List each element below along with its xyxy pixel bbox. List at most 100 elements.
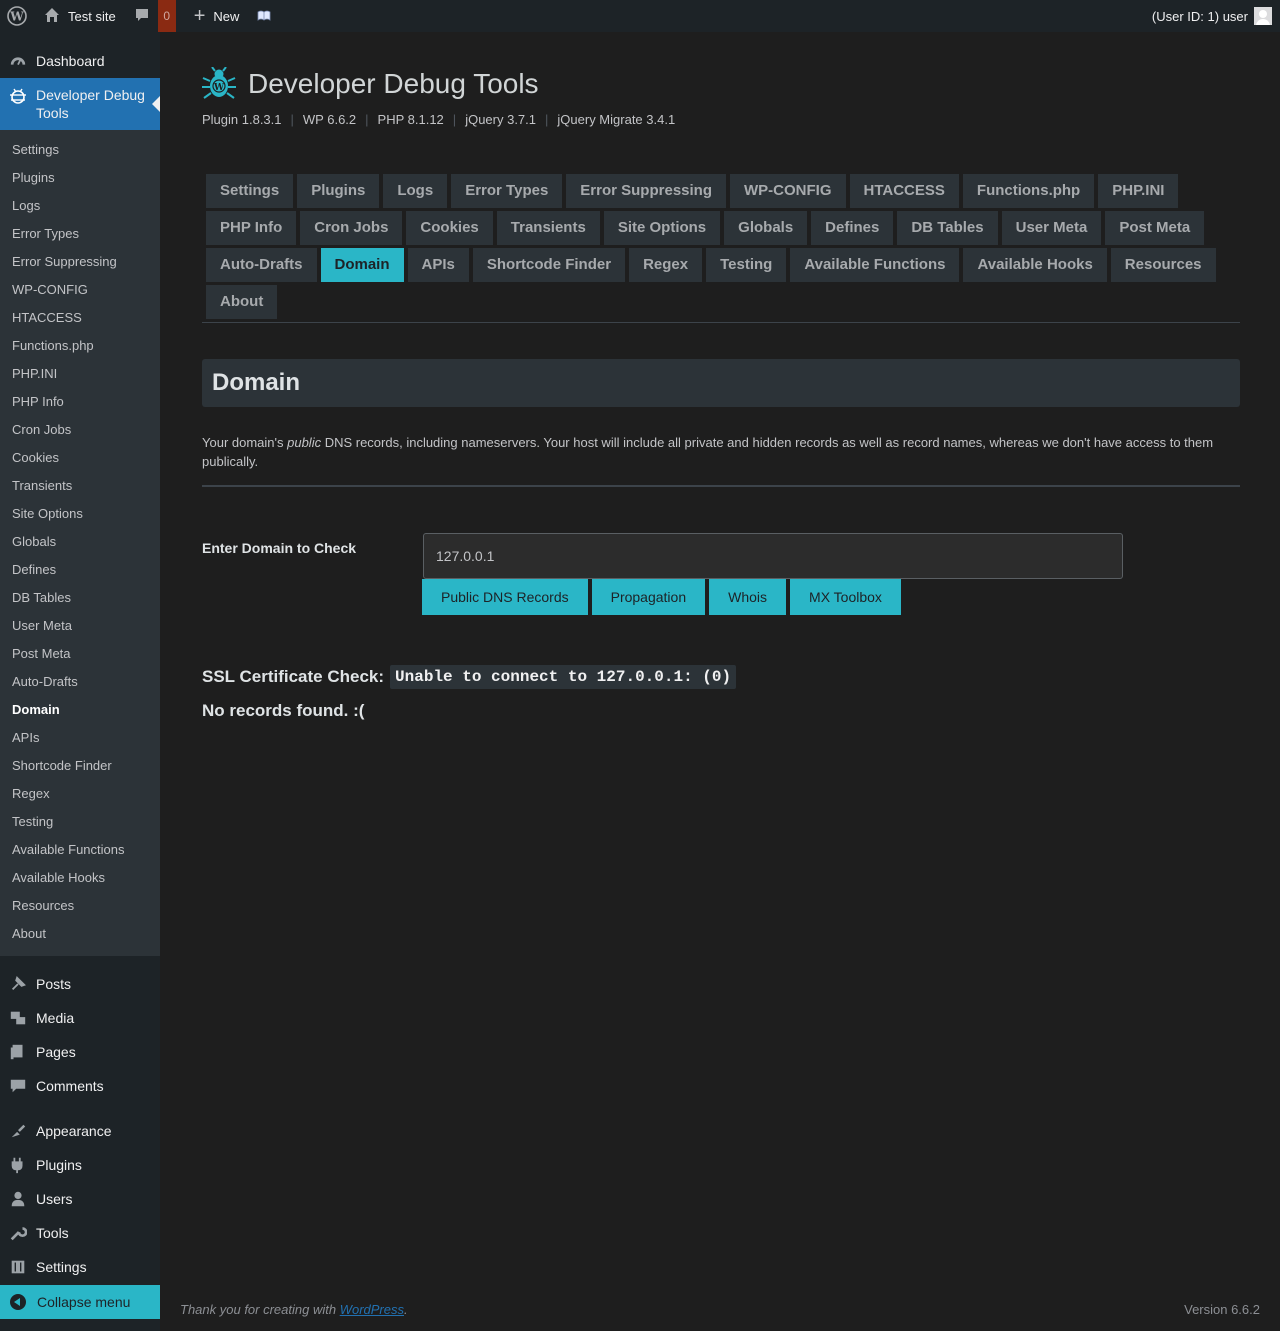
tab-row: Settings Plugins Logs Error Types Error Supp… bbox=[202, 174, 1240, 211]
tab-logs[interactable]: Logs bbox=[383, 174, 448, 208]
submenu-item-defines[interactable]: Defines bbox=[0, 556, 160, 584]
tab-php-ini[interactable]: PHP.INI bbox=[1098, 174, 1179, 208]
tab-domain[interactable]: Domain bbox=[320, 248, 404, 282]
tab-cookies[interactable]: Cookies bbox=[406, 211, 493, 245]
tab-transients[interactable]: Transients bbox=[496, 211, 600, 245]
tab-shortcode-finder[interactable]: Shortcode Finder bbox=[472, 248, 626, 282]
tab-post-meta[interactable]: Post Meta bbox=[1105, 211, 1205, 245]
plugins-icon bbox=[8, 1155, 28, 1175]
wordpress-logo-icon[interactable]: W bbox=[0, 0, 34, 32]
tab-php-info[interactable]: PHP Info bbox=[206, 211, 297, 245]
page-title: Developer Debug Tools bbox=[248, 68, 539, 99]
avatar bbox=[1254, 7, 1272, 25]
sidebar-item-comments[interactable]: Comments bbox=[0, 1069, 160, 1103]
section-description: Your domain's public DNS records, includ… bbox=[202, 433, 1232, 471]
tab-error-suppressing[interactable]: Error Suppressing bbox=[566, 174, 726, 208]
submenu-item-plugins[interactable]: Plugins bbox=[0, 164, 160, 192]
admin-menu-group: Appearance Plugins Users Tools Settings bbox=[0, 1114, 160, 1284]
submenu-item-db-tables[interactable]: DB Tables bbox=[0, 584, 160, 612]
tab-plugins[interactable]: Plugins bbox=[297, 174, 380, 208]
media-icon bbox=[8, 1008, 28, 1028]
tab-functions-php[interactable]: Functions.php bbox=[962, 174, 1095, 208]
tab-apis[interactable]: APIs bbox=[407, 248, 469, 282]
svg-text:W: W bbox=[213, 83, 225, 93]
submenu-item-htaccess[interactable]: HTACCESS bbox=[0, 304, 160, 332]
sidebar-item-label: Media bbox=[36, 1010, 75, 1026]
collapse-menu-button[interactable]: Collapse menu bbox=[0, 1285, 160, 1319]
submenu-item-regex[interactable]: Regex bbox=[0, 780, 160, 808]
wordpress-link[interactable]: WordPress bbox=[340, 1302, 404, 1317]
submenu-item-available-functions[interactable]: Available Functions bbox=[0, 836, 160, 864]
bug-icon bbox=[8, 86, 28, 106]
tab-globals[interactable]: Globals bbox=[724, 211, 808, 245]
sidebar-item-plugins[interactable]: Plugins bbox=[0, 1148, 160, 1182]
tab-auto-drafts[interactable]: Auto-Drafts bbox=[206, 248, 317, 282]
sidebar-item-dashboard[interactable]: Dashboard bbox=[0, 44, 160, 78]
version-separator: | bbox=[452, 112, 457, 127]
submenu-item-error-types[interactable]: Error Types bbox=[0, 220, 160, 248]
submenu-item-settings[interactable]: Settings bbox=[0, 136, 160, 164]
tab-testing[interactable]: Testing bbox=[706, 248, 787, 282]
submenu-item-cron-jobs[interactable]: Cron Jobs bbox=[0, 416, 160, 444]
tab-error-types[interactable]: Error Types bbox=[451, 174, 563, 208]
tab-defines[interactable]: Defines bbox=[811, 211, 894, 245]
submenu-item-apis[interactable]: APIs bbox=[0, 724, 160, 752]
version-separator: | bbox=[545, 112, 549, 127]
propagation-button[interactable]: Propagation bbox=[591, 579, 706, 615]
book-icon[interactable] bbox=[239, 0, 271, 32]
tab-about[interactable]: About bbox=[206, 285, 278, 319]
submenu-item-user-meta[interactable]: User Meta bbox=[0, 612, 160, 640]
submenu-item-functions-php[interactable]: Functions.php bbox=[0, 332, 160, 360]
tab-cron-jobs[interactable]: Cron Jobs bbox=[300, 211, 403, 245]
tab-site-options[interactable]: Site Options bbox=[603, 211, 721, 245]
submenu-item-domain[interactable]: Domain bbox=[0, 696, 160, 724]
collapse-label: Collapse menu bbox=[37, 1294, 131, 1310]
mx-toolbox-button[interactable]: MX Toolbox bbox=[790, 579, 901, 615]
submenu-item-php-ini[interactable]: PHP.INI bbox=[0, 360, 160, 388]
submenu-item-wp-config[interactable]: WP-CONFIG bbox=[0, 276, 160, 304]
tab-available-functions[interactable]: Available Functions bbox=[790, 248, 960, 282]
sidebar-item-appearance[interactable]: Appearance bbox=[0, 1114, 160, 1148]
appearance-icon bbox=[8, 1121, 28, 1141]
sidebar-item-developer-debug-tools[interactable]: Developer Debug Tools bbox=[0, 78, 160, 130]
submenu-item-cookies[interactable]: Cookies bbox=[0, 444, 160, 472]
submenu-item-testing[interactable]: Testing bbox=[0, 808, 160, 836]
tab-resources[interactable]: Resources bbox=[1110, 248, 1216, 282]
public-dns-records-button[interactable]: Public DNS Records bbox=[422, 579, 588, 615]
sidebar-item-media[interactable]: Media bbox=[0, 1001, 160, 1035]
tab-htaccess[interactable]: HTACCESS bbox=[849, 174, 959, 208]
submenu-item-php-info[interactable]: PHP Info bbox=[0, 388, 160, 416]
settings-icon bbox=[8, 1257, 28, 1277]
site-name-link[interactable]: Test site bbox=[34, 0, 126, 32]
submenu-item-available-hooks[interactable]: Available Hooks bbox=[0, 864, 160, 892]
submenu-item-auto-drafts[interactable]: Auto-Drafts bbox=[0, 668, 160, 696]
tab-settings[interactable]: Settings bbox=[206, 174, 294, 208]
sidebar-item-tools[interactable]: Tools bbox=[0, 1216, 160, 1250]
tab-wp-config[interactable]: WP-CONFIG bbox=[730, 174, 846, 208]
comments-link[interactable]: 0 bbox=[126, 0, 176, 32]
submenu-item-globals[interactable]: Globals bbox=[0, 528, 160, 556]
submenu-item-about[interactable]: About bbox=[0, 920, 160, 948]
user-account-menu[interactable]: (User ID: 1) user bbox=[1152, 0, 1272, 32]
tab-available-hooks[interactable]: Available Hooks bbox=[963, 248, 1107, 282]
tab-db-tables[interactable]: DB Tables bbox=[897, 211, 998, 245]
version-plugin: Plugin 1.8.3.1 bbox=[202, 112, 282, 127]
new-label: New bbox=[213, 8, 240, 24]
page-header: W Developer Debug Tools bbox=[202, 66, 1240, 102]
domain-input[interactable] bbox=[423, 533, 1123, 579]
tab-user-meta[interactable]: User Meta bbox=[1001, 211, 1102, 245]
sidebar-item-settings[interactable]: Settings bbox=[0, 1250, 160, 1284]
submenu-item-transients[interactable]: Transients bbox=[0, 472, 160, 500]
tab-regex[interactable]: Regex bbox=[629, 248, 703, 282]
submenu-item-resources[interactable]: Resources bbox=[0, 892, 160, 920]
whois-button[interactable]: Whois bbox=[709, 579, 787, 615]
submenu-item-shortcode-finder[interactable]: Shortcode Finder bbox=[0, 752, 160, 780]
submenu-item-site-options[interactable]: Site Options bbox=[0, 500, 160, 528]
sidebar-item-pages[interactable]: Pages bbox=[0, 1035, 160, 1069]
submenu-item-error-suppressing[interactable]: Error Suppressing bbox=[0, 248, 160, 276]
sidebar-item-posts[interactable]: Posts bbox=[0, 967, 160, 1001]
sidebar-item-users[interactable]: Users bbox=[0, 1182, 160, 1216]
submenu-item-logs[interactable]: Logs bbox=[0, 192, 160, 220]
new-content-button[interactable]: + New bbox=[176, 0, 240, 32]
submenu-item-post-meta[interactable]: Post Meta bbox=[0, 640, 160, 668]
